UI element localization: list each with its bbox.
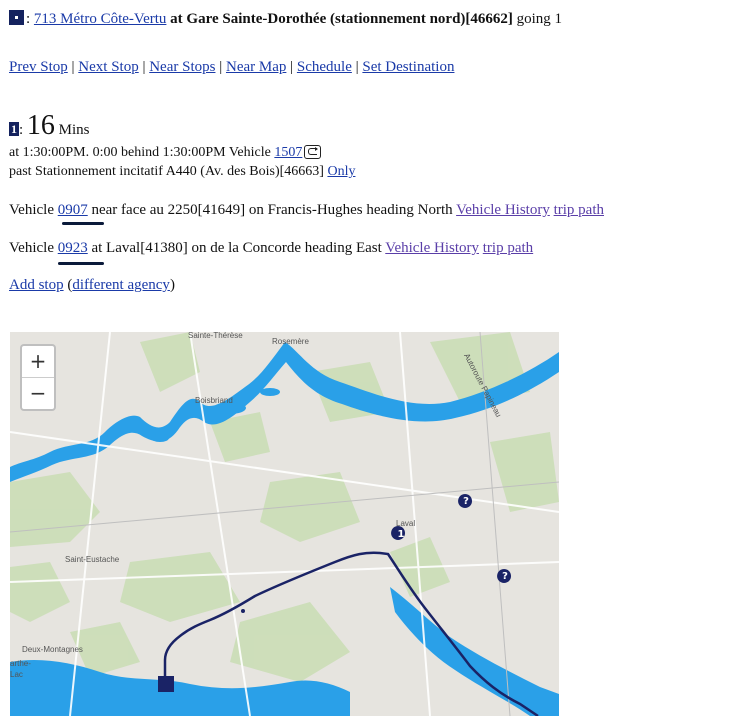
handwritten-underline	[62, 222, 104, 225]
different-agency-link[interactable]: different agency	[72, 277, 170, 293]
vehicle-history-link[interactable]: Vehicle History	[385, 240, 479, 256]
past-stop-text: past Stationnement incitatif A440 (Av. d…	[9, 164, 328, 179]
nav-separator: |	[286, 59, 297, 75]
handwritten-underline	[58, 262, 104, 265]
arrival-colon: :	[19, 122, 24, 138]
prev-stop-link[interactable]: Prev Stop	[9, 59, 68, 75]
arrival-index: 1	[9, 122, 19, 136]
arrival-unit: Mins	[58, 122, 90, 138]
trip-path-link[interactable]: trip path	[483, 240, 533, 256]
svg-text:1: 1	[398, 529, 405, 540]
add-stop-row: Add stop (different agency)	[9, 277, 175, 294]
route-link[interactable]: 713 Métro Côte-Vertu	[34, 11, 166, 27]
vehicle-label: Vehicle	[9, 240, 58, 256]
zoom-out-button[interactable]: −	[22, 377, 54, 409]
svg-text:?: ?	[463, 496, 469, 507]
previous-stop-detail: past Stationnement incitatif A440 (Av. d…	[9, 164, 355, 180]
map-zoom-control: + −	[20, 344, 56, 411]
set-destination-link[interactable]: Set Destination	[362, 59, 454, 75]
map-label-rosemere: Rosemère	[272, 337, 309, 346]
stop-marker-icon	[9, 10, 24, 25]
nav-separator: |	[138, 59, 150, 75]
vehicle-link[interactable]: 1507	[274, 145, 302, 160]
vehicle-row: Vehicle 0923 at Laval[41380] on de la Co…	[9, 240, 533, 257]
vehicle-location: at Laval[41380] on de la Concorde headin…	[87, 240, 386, 256]
nav-separator: |	[215, 59, 226, 75]
stop-navigation: Prev Stop | Next Stop | Near Stops | Nea…	[9, 59, 454, 76]
add-stop-link[interactable]: Add stop	[9, 277, 64, 293]
zoom-in-button[interactable]: +	[22, 346, 54, 377]
current-stop-marker	[158, 676, 174, 692]
near-map-link[interactable]: Near Map	[226, 59, 286, 75]
stop-header: : 713 Métro Côte-Vertu at Gare Sainte-Do…	[9, 10, 562, 28]
route-map[interactable]: 1 ? ? Sainte-Thérèse Rosemère Boisbriand…	[10, 332, 559, 716]
schedule-status: at 1:30:00PM. 0:00 behind 1:30:00PM Vehi…	[9, 145, 275, 160]
vehicle-location: near face au 2250[41649] on Francis-Hugh…	[87, 202, 457, 218]
svg-text:?: ?	[502, 571, 508, 582]
arrival-estimate: 1: 16 Mins	[9, 110, 90, 142]
direction-text: going 1	[512, 11, 563, 27]
map-label-deux-montagnes: Deux-Montagnes	[22, 645, 83, 654]
vehicle-label: Vehicle	[9, 202, 58, 218]
map-label-laval: Laval	[396, 519, 416, 528]
at-text: at	[166, 11, 187, 27]
nav-separator: |	[351, 59, 363, 75]
vehicle-history-link[interactable]: Vehicle History	[456, 202, 550, 218]
vehicle-id-link[interactable]: 0923	[58, 240, 88, 256]
near-stops-link[interactable]: Near Stops	[149, 59, 215, 75]
map-label-sainte-therese: Sainte-Thérèse	[188, 332, 243, 340]
nav-separator: |	[67, 59, 79, 75]
schedule-link[interactable]: Schedule	[297, 59, 352, 75]
only-link[interactable]: Only	[327, 164, 355, 179]
next-stop-link[interactable]: Next Stop	[78, 59, 138, 75]
vehicle-id-link[interactable]: 0907	[58, 202, 88, 218]
stop-name: Gare Sainte-Dorothée (stationnement nord…	[186, 11, 513, 27]
map-label-boisbriand: Boisbriand	[195, 396, 233, 405]
repeat-icon[interactable]	[304, 145, 322, 159]
vehicle-row: Vehicle 0907 near face au 2250[41649] on…	[9, 202, 604, 219]
paren-close: )	[169, 277, 175, 293]
arrival-minutes: 16	[26, 110, 55, 141]
arrival-detail: at 1:30:00PM. 0:00 behind 1:30:00PM Vehi…	[9, 145, 322, 161]
map-label-saint-eustache: Saint-Eustache	[65, 555, 120, 564]
map-label-lac: Lac	[10, 670, 23, 679]
map-tiles: 1 ? ?	[10, 332, 559, 716]
map-label-arthe: arthe-	[10, 659, 31, 668]
trip-path-link[interactable]: trip path	[554, 202, 604, 218]
